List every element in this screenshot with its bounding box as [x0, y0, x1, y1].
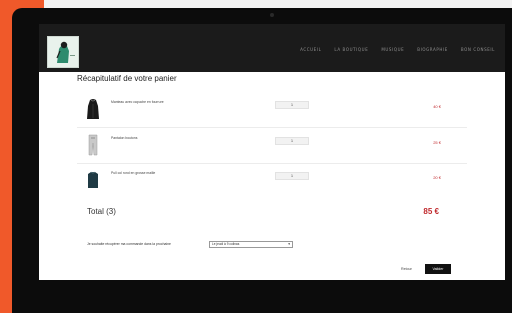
quantity-field[interactable]: 1 [275, 137, 309, 145]
quantity-field[interactable]: 1 [275, 172, 309, 180]
nav-link-bon-conseil[interactable]: BON CONSEIL [461, 47, 495, 52]
delivery-choice: Je souhaite récupérer ma commande dans l… [87, 241, 387, 249]
webcam-dot [270, 13, 274, 17]
site-logo[interactable] [47, 36, 79, 68]
row-divider [77, 127, 467, 128]
chevron-down-icon: ▾ [288, 242, 290, 246]
nav-link-boutique[interactable]: LA BOUTIQUE [334, 47, 368, 52]
nav-link-accueil[interactable]: ACCUEIL [300, 47, 321, 52]
row-divider [77, 163, 467, 164]
delivery-select[interactable]: Le jeudi à 9 colinas ▾ [209, 241, 293, 248]
back-link[interactable]: Retour [401, 267, 412, 271]
cart-total-label: Total (3) [87, 207, 116, 216]
coat-product-image[interactable] [85, 98, 101, 120]
item-price: 20 € [433, 175, 441, 180]
validate-button[interactable]: Valider [425, 264, 451, 274]
monitor-frame: ACCUEIL LA BOUTIQUE MUSIQUE BIOGRAPHIE B… [12, 8, 512, 313]
sweater-product-image[interactable] [85, 169, 101, 191]
cart-item-row: Pantalon boutons 1 25 € [39, 130, 505, 160]
item-name[interactable]: Pantalon boutons [111, 136, 137, 140]
quantity-field[interactable]: 1 [275, 101, 309, 109]
site-navbar: ACCUEIL LA BOUTIQUE MUSIQUE BIOGRAPHIE B… [39, 24, 505, 72]
nav-link-biographie[interactable]: BIOGRAPHIE [417, 47, 448, 52]
page-title: Récapitulatif de votre panier [77, 74, 177, 83]
website-screen: ACCUEIL LA BOUTIQUE MUSIQUE BIOGRAPHIE B… [39, 24, 505, 280]
item-name[interactable]: Pull col rond en grosse maille [111, 171, 155, 175]
item-price: 40 € [433, 104, 441, 109]
cart-total-value: 85 € [423, 207, 439, 216]
logo-figure-icon [48, 37, 78, 67]
item-name[interactable]: Manteau avec capuche en fourrure [111, 100, 164, 104]
delivery-selected-value: Le jeudi à 9 colinas [212, 242, 240, 246]
nav-links: ACCUEIL LA BOUTIQUE MUSIQUE BIOGRAPHIE B… [300, 47, 495, 52]
item-price: 25 € [433, 140, 441, 145]
delivery-label: Je souhaite récupérer ma commande dans l… [87, 242, 171, 246]
cart-item-row: Manteau avec capuche en fourrure 1 40 € [39, 94, 505, 124]
cart-item-row: Pull col rond en grosse maille 1 20 € [39, 165, 505, 195]
nav-link-musique[interactable]: MUSIQUE [381, 47, 404, 52]
pants-product-image[interactable] [85, 134, 101, 156]
